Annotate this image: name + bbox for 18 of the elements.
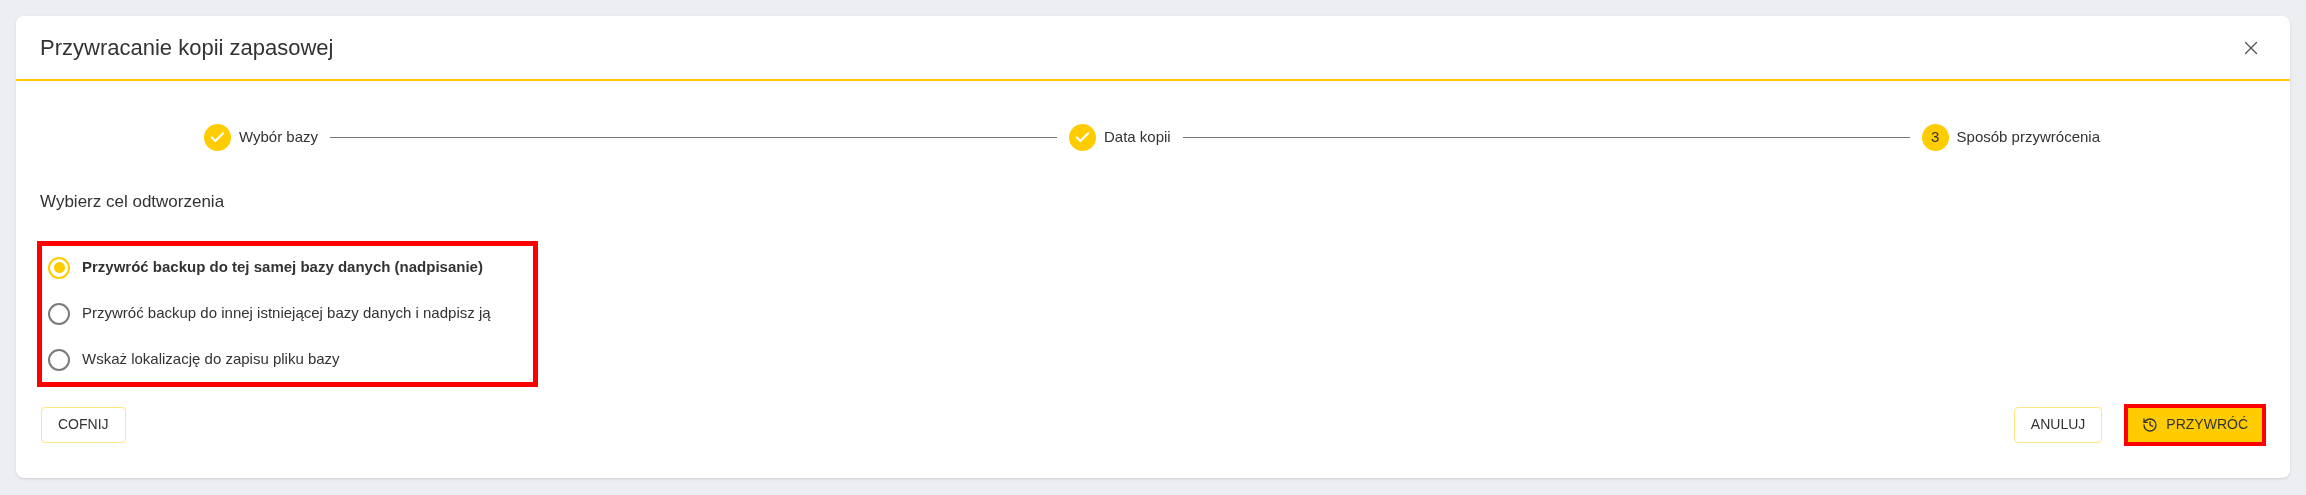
option-label: Przywróć backup do innej istniejącej bazy danych i nadpisz ją: [82, 303, 491, 324]
dialog-title: Przywracanie kopii zapasowej: [40, 34, 334, 62]
step-label: Wybór bazy: [239, 126, 319, 147]
step-label: Data kopii: [1103, 126, 1171, 147]
radio-option[interactable]: Wskaż lokalizację do zapisu pliku bazy: [42, 343, 533, 376]
radio-button[interactable]: [48, 302, 70, 325]
restore-button[interactable]: PRZYWRÓĆ: [2124, 403, 2266, 446]
step-number: 3: [1921, 123, 1949, 151]
option-label: Przywróć backup do tej samej bazy danych (nadpisanie): [82, 257, 483, 278]
step-label: Sposób przywrócenia: [1956, 126, 2100, 147]
section-title: Wybierz cel odtworzenia: [40, 192, 225, 211]
radio-option[interactable]: Przywróć backup do innej istniejącej bazy danych i nadpisz ją: [42, 297, 533, 330]
back-button[interactable]: COFNIJ: [41, 406, 126, 443]
radio-option[interactable]: Przywróć backup do tej samej bazy danych (nadpisanie): [42, 251, 533, 284]
history-icon: [2142, 416, 2159, 433]
cancel-button[interactable]: ANULUJ: [2013, 406, 2103, 443]
radio-button[interactable]: [48, 348, 70, 371]
option-label: Wskaż lokalizację do zapisu pliku bazy: [82, 349, 340, 370]
